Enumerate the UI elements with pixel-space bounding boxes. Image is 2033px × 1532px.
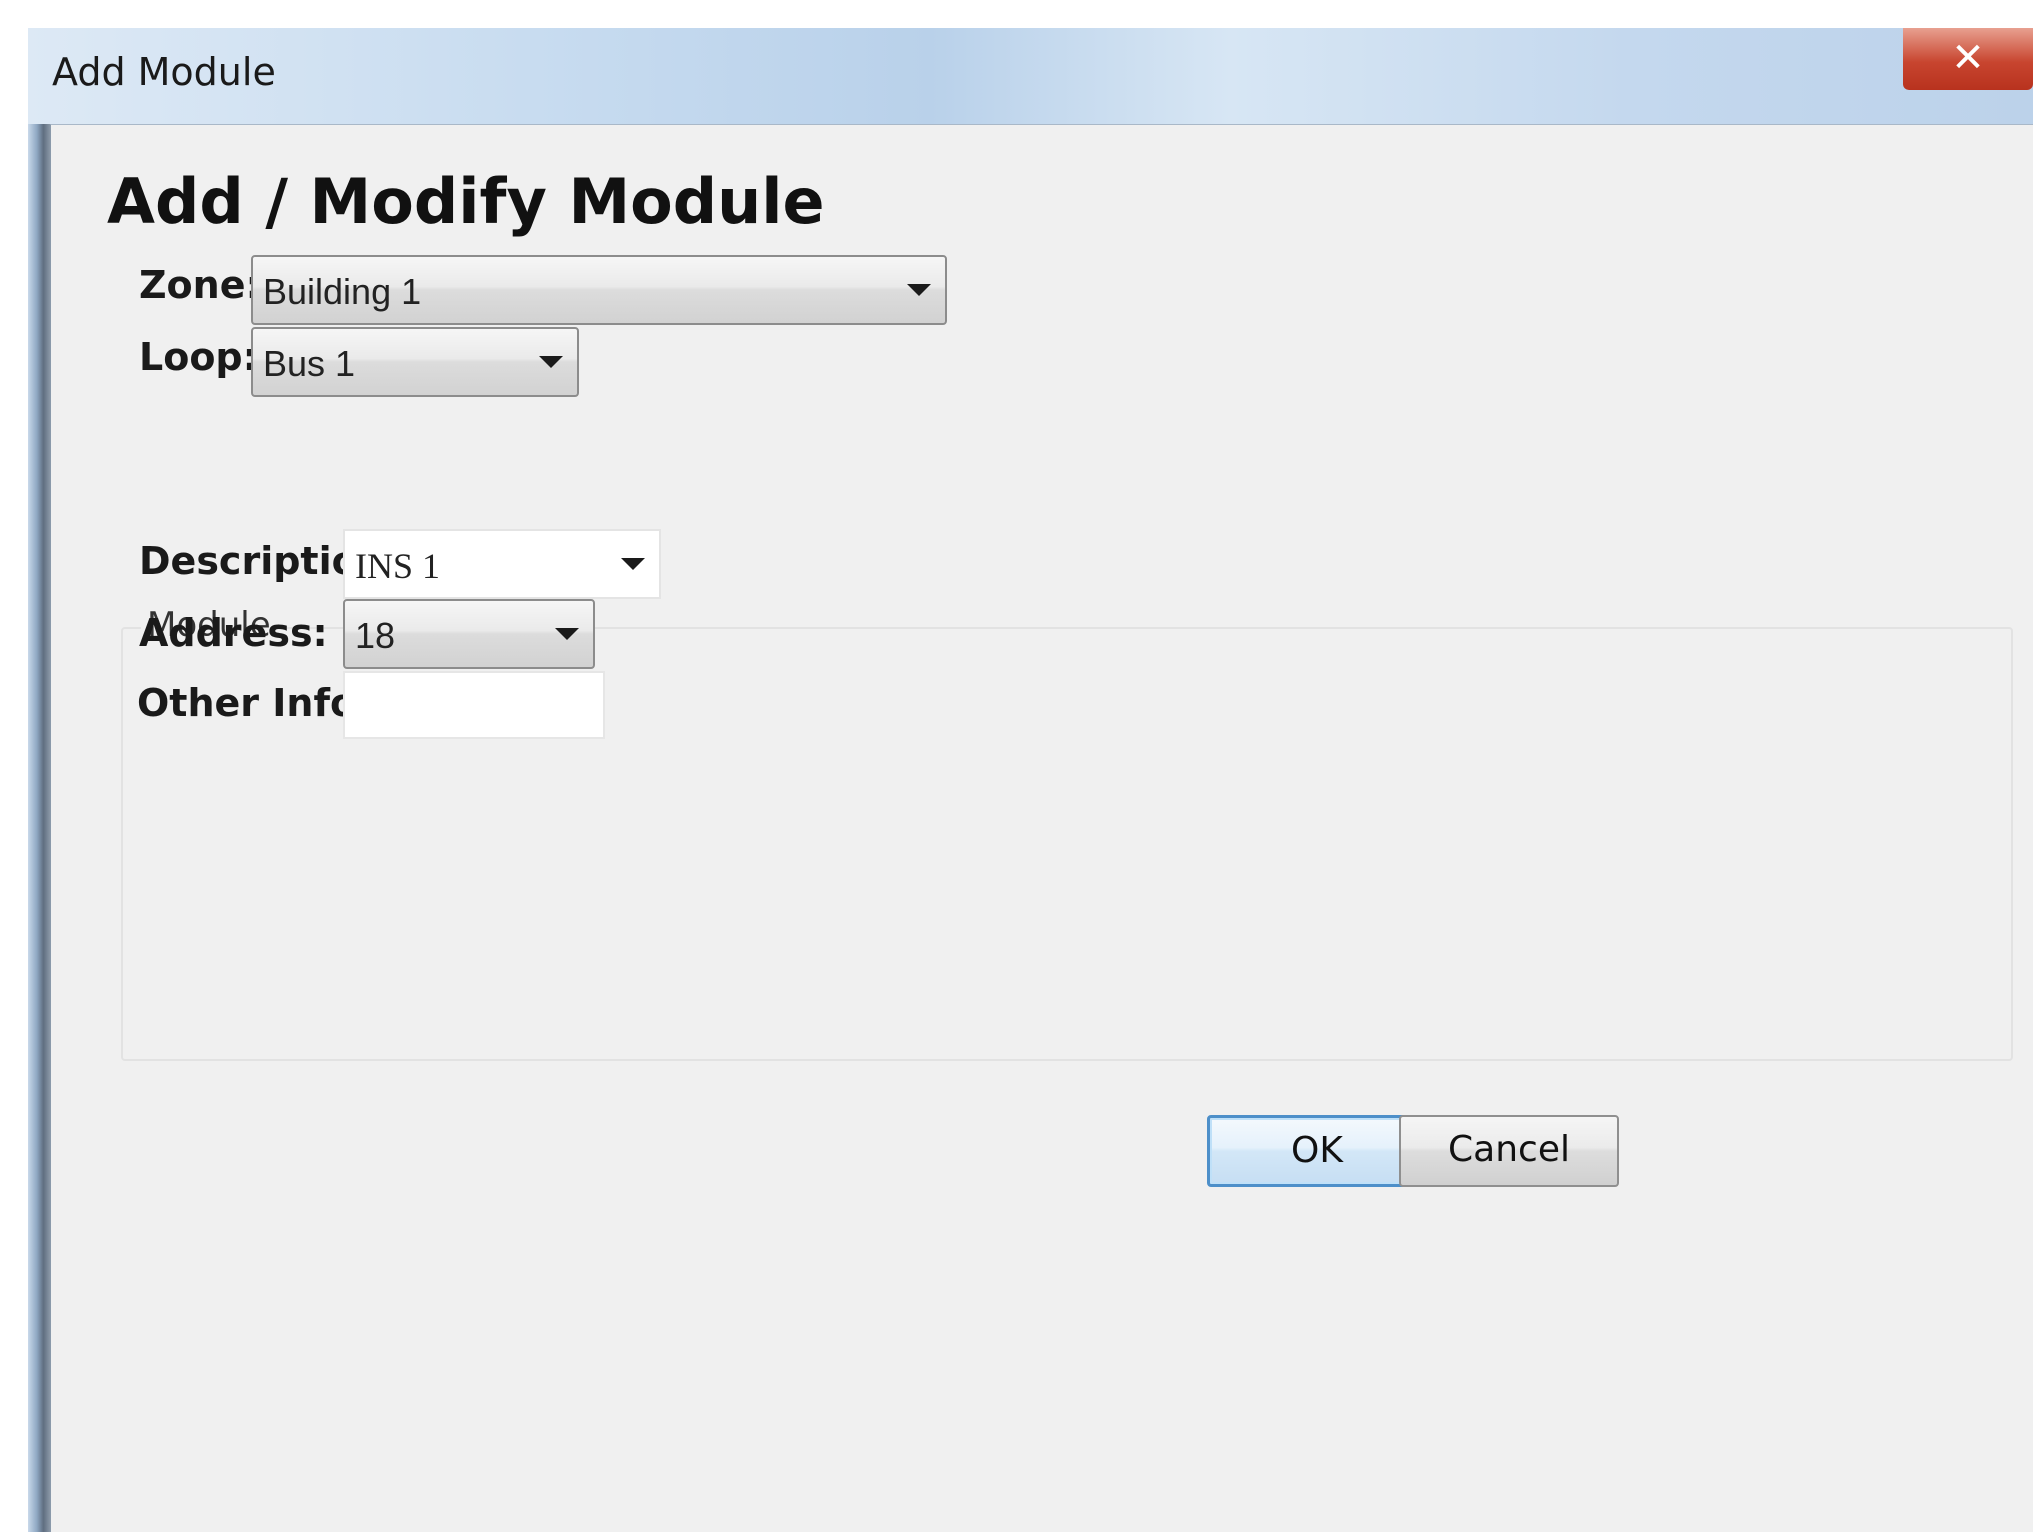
zone-label: Zone:: [139, 263, 261, 307]
ok-button[interactable]: OK: [1207, 1115, 1427, 1187]
description-value: INS 1: [355, 546, 441, 586]
cancel-button[interactable]: Cancel: [1399, 1115, 1619, 1187]
loop-dropdown[interactable]: Bus 1: [251, 327, 579, 397]
page-title: Add / Modify Module: [107, 165, 825, 238]
chevron-down-icon: [555, 628, 579, 640]
address-dropdown[interactable]: 18: [343, 599, 595, 669]
address-label: Address:: [139, 611, 328, 655]
loop-label: Loop:: [139, 335, 258, 379]
add-module-window: Add Module ✕ Add / Modify Module Zone: B…: [28, 28, 2033, 1532]
description-dropdown[interactable]: INS 1: [343, 529, 661, 599]
address-value: 18: [355, 615, 396, 656]
chevron-down-icon: [907, 284, 931, 296]
other-info-label: Other Info:: [137, 681, 372, 725]
chevron-down-icon: [621, 558, 645, 570]
window-frame-left: [28, 124, 50, 1532]
window-title: Add Module: [52, 50, 276, 94]
zone-dropdown[interactable]: Building 1: [251, 255, 947, 325]
close-icon: ✕: [1951, 35, 1985, 81]
dialog-body: Add / Modify Module Zone: Building 1 Loo…: [50, 124, 2033, 1532]
loop-value: Bus 1: [263, 343, 356, 384]
close-button[interactable]: ✕: [1903, 28, 2033, 90]
title-bar[interactable]: Add Module ✕: [28, 28, 2033, 124]
other-info-field[interactable]: [343, 671, 605, 739]
chevron-down-icon: [539, 356, 563, 368]
zone-value: Building 1: [263, 271, 422, 312]
